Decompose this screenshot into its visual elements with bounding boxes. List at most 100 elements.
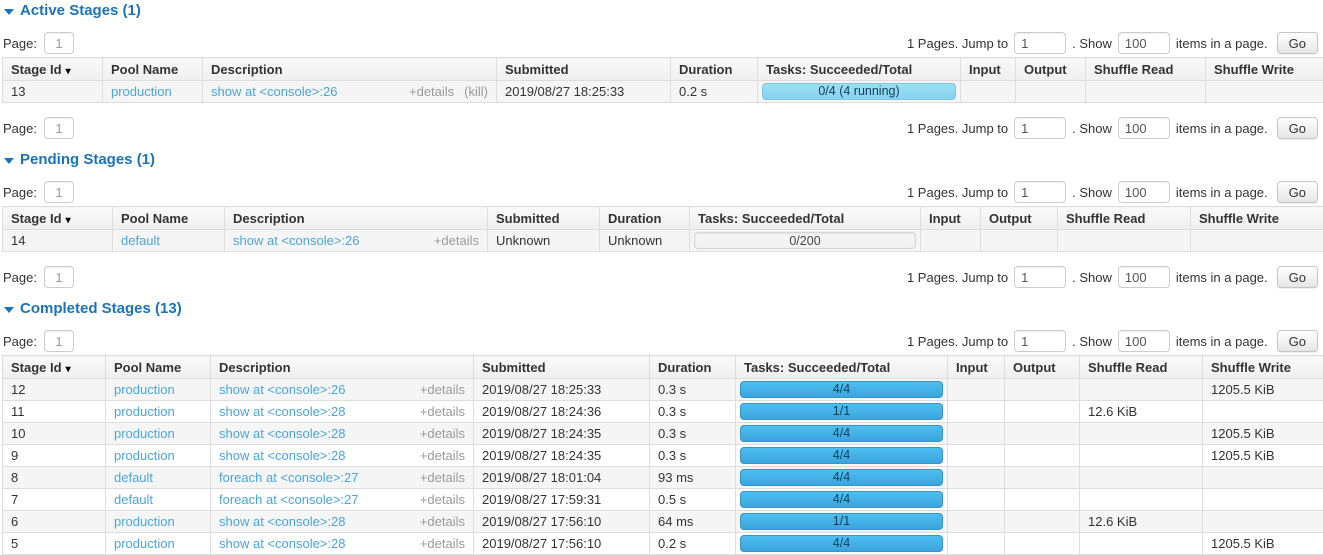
description-link[interactable]: show at <console>:28	[219, 425, 345, 442]
section-title[interactable]: Pending Stages (1)	[3, 151, 1322, 168]
column-header[interactable]: Description	[203, 58, 497, 81]
page-label: Page:	[3, 334, 37, 349]
cell-shuffle-write	[1203, 467, 1323, 489]
page-number-input[interactable]	[44, 266, 74, 288]
show-count-input[interactable]	[1118, 32, 1170, 54]
cell-submitted: 2019/08/27 18:24:35	[474, 423, 650, 445]
go-button[interactable]: Go	[1277, 32, 1318, 54]
cell-shuffle-read: 12.6 KiB	[1080, 401, 1203, 423]
column-header[interactable]: Shuffle Write	[1203, 356, 1323, 379]
column-header[interactable]: Shuffle Write	[1206, 58, 1323, 81]
column-header[interactable]: Input	[961, 58, 1016, 81]
section-title[interactable]: Completed Stages (13)	[3, 300, 1322, 317]
column-header[interactable]: Description	[225, 207, 488, 230]
description-link[interactable]: foreach at <console>:27	[219, 491, 359, 508]
description-link[interactable]: show at <console>:28	[219, 447, 345, 464]
stages-table-active: Stage Id▾Pool NameDescriptionSubmittedDu…	[2, 57, 1323, 103]
page-number-input[interactable]	[44, 330, 74, 352]
pool-name-link[interactable]: default	[121, 233, 160, 248]
show-count-input[interactable]	[1118, 181, 1170, 203]
details-link[interactable]: +details	[420, 404, 465, 419]
column-header[interactable]: Tasks: Succeeded/Total	[758, 58, 961, 81]
column-header[interactable]: Description	[211, 356, 474, 379]
description-link[interactable]: show at <console>:26	[219, 381, 345, 398]
column-header[interactable]: Output	[981, 207, 1058, 230]
details-link[interactable]: +details	[420, 536, 465, 551]
column-header[interactable]: Tasks: Succeeded/Total	[736, 356, 948, 379]
description-link[interactable]: show at <console>:28	[219, 535, 345, 552]
column-header[interactable]: Duration	[600, 207, 690, 230]
column-header[interactable]: Shuffle Read	[1058, 207, 1191, 230]
column-header[interactable]: Tasks: Succeeded/Total	[690, 207, 921, 230]
kill-link[interactable]: (kill)	[464, 84, 488, 99]
jump-to-input[interactable]	[1014, 330, 1066, 352]
column-header[interactable]: Stage Id▾	[3, 207, 113, 230]
go-button[interactable]: Go	[1277, 117, 1318, 139]
description-link[interactable]: show at <console>:26	[233, 232, 359, 249]
details-link[interactable]: +details	[420, 426, 465, 441]
column-header[interactable]: Shuffle Read	[1080, 356, 1203, 379]
cell-shuffle-write	[1203, 489, 1323, 511]
jump-to-input[interactable]	[1014, 32, 1066, 54]
details-link[interactable]: +details	[420, 470, 465, 485]
pages-jump-text: 1 Pages. Jump to	[907, 185, 1008, 200]
details-link[interactable]: +details	[420, 492, 465, 507]
pool-name-link[interactable]: default	[114, 492, 153, 507]
details-link[interactable]: +details	[420, 382, 465, 397]
jump-to-input[interactable]	[1014, 266, 1066, 288]
cell-stage-id: 10	[3, 423, 106, 445]
cell-description: show at <console>:28 +details	[211, 423, 474, 445]
column-header[interactable]: Output	[1005, 356, 1080, 379]
pool-name-link[interactable]: default	[114, 470, 153, 485]
column-header[interactable]: Stage Id▾	[3, 356, 106, 379]
pool-name-link[interactable]: production	[111, 84, 172, 99]
jump-to-input[interactable]	[1014, 181, 1066, 203]
cell-tasks-progress: 1/1	[736, 401, 948, 423]
pool-name-link[interactable]: production	[114, 448, 175, 463]
show-count-input[interactable]	[1118, 117, 1170, 139]
section-title[interactable]: Active Stages (1)	[3, 2, 1322, 19]
pool-name-link[interactable]: production	[114, 382, 175, 397]
column-header[interactable]: Stage Id▾	[3, 58, 103, 81]
page-number-input[interactable]	[44, 181, 74, 203]
items-per-page-text: items in a page.	[1176, 36, 1268, 51]
cell-duration: 0.2 s	[671, 81, 758, 103]
items-per-page-text: items in a page.	[1176, 121, 1268, 136]
go-button[interactable]: Go	[1277, 181, 1318, 203]
description-link[interactable]: show at <console>:28	[219, 403, 345, 420]
go-button[interactable]: Go	[1277, 266, 1318, 288]
show-count-input[interactable]	[1118, 266, 1170, 288]
column-header[interactable]: Shuffle Read	[1086, 58, 1206, 81]
details-link[interactable]: +details	[434, 233, 479, 248]
column-header[interactable]: Submitted	[488, 207, 600, 230]
page-selector: Page:	[3, 32, 74, 54]
go-button[interactable]: Go	[1277, 330, 1318, 352]
column-header[interactable]: Pool Name	[113, 207, 225, 230]
column-header[interactable]: Duration	[650, 356, 736, 379]
column-header[interactable]: Submitted	[474, 356, 650, 379]
column-header[interactable]: Pool Name	[103, 58, 203, 81]
page-number-input[interactable]	[44, 117, 74, 139]
column-header[interactable]: Submitted	[497, 58, 671, 81]
details-link[interactable]: +details	[420, 448, 465, 463]
pool-name-link[interactable]: production	[114, 404, 175, 419]
pool-name-link[interactable]: production	[114, 514, 175, 529]
details-link[interactable]: +details	[409, 84, 454, 99]
column-header[interactable]: Output	[1016, 58, 1086, 81]
column-header[interactable]: Shuffle Write	[1191, 207, 1323, 230]
pages-jump-text: 1 Pages. Jump to	[907, 270, 1008, 285]
cell-stage-id: 14	[3, 230, 113, 252]
column-header[interactable]: Pool Name	[106, 356, 211, 379]
jump-to-input[interactable]	[1014, 117, 1066, 139]
column-header[interactable]: Input	[948, 356, 1005, 379]
description-link[interactable]: show at <console>:26	[211, 83, 337, 100]
pool-name-link[interactable]: production	[114, 536, 175, 551]
details-link[interactable]: +details	[420, 514, 465, 529]
column-header[interactable]: Input	[921, 207, 981, 230]
page-number-input[interactable]	[44, 32, 74, 54]
description-link[interactable]: show at <console>:28	[219, 513, 345, 530]
pool-name-link[interactable]: production	[114, 426, 175, 441]
column-header[interactable]: Duration	[671, 58, 758, 81]
description-link[interactable]: foreach at <console>:27	[219, 469, 359, 486]
show-count-input[interactable]	[1118, 330, 1170, 352]
